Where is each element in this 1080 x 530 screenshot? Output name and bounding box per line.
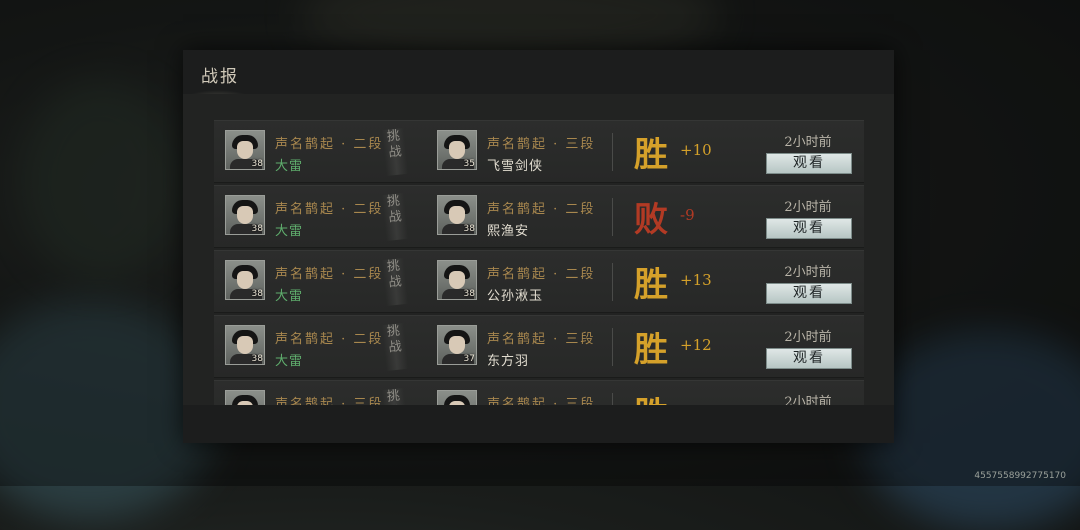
challenge-label: 挑战 [386,128,403,161]
avatar-face [449,401,465,405]
attacker-name: 大雷 [275,224,304,239]
challenge-label: 挑战 [386,193,403,226]
battle-result: 胜 [634,387,668,405]
attacker-avatar[interactable]: 38 [225,260,265,300]
defender-rank: 声名鹊起 · 二段 [487,202,596,217]
attacker-name: 大雷 [275,159,304,174]
attacker-avatar[interactable]: 38 [225,130,265,170]
defender-level: 35 [463,159,475,169]
battle-time: 2小时前 [784,135,832,150]
challenge-label: 挑战 [386,258,403,291]
defender-rank: 声名鹊起 · 三段 [487,332,596,347]
avatar-face [237,206,253,224]
avatar-face [449,141,465,159]
battle-result: 败 [634,200,668,240]
attacker-avatar[interactable]: 38 [225,325,265,365]
battle-time: 2小时前 [784,200,832,215]
score-change: +12 [680,336,712,354]
panel-title: 战报 [201,67,239,87]
watch-replay-button[interactable]: 观看 [766,153,852,174]
battle-report-row: 38 声名鹊起 · 二段 大雷 挑战 35 声名鹊起 · 三段 飞雪剑侠 胜 +… [214,120,864,183]
battle-report-list[interactable]: 38 声名鹊起 · 二段 大雷 挑战 35 声名鹊起 · 三段 飞雪剑侠 胜 +… [183,94,894,405]
attacker-rank: 声名鹊起 · 二段 [275,202,384,217]
defender-rank: 声名鹊起 · 二段 [487,267,596,282]
attacker-avatar[interactable] [225,390,265,405]
challenge-stamp: 挑战 [381,257,409,307]
defender-name: 公孙湫玉 [487,289,544,304]
score-change: -9 [680,206,695,224]
defender-name: 飞雪剑侠 [487,159,544,174]
attacker-level: 38 [251,224,263,234]
battle-result: 胜 [634,135,668,175]
challenge-stamp: 挑战 [381,387,409,405]
battle-report-row: 声名鹊起 · 三段 挑战 声名鹊起 · 三段 胜 2小时前 [214,380,864,405]
attacker-name: 大雷 [275,289,304,304]
score-change: +13 [680,271,712,289]
defender-level: 37 [463,354,475,364]
battle-time: 2小时前 [784,265,832,280]
battle-time: 2小时前 [784,330,832,345]
attacker-level: 38 [251,289,263,299]
avatar-face [237,271,253,289]
avatar-face [449,206,465,224]
attacker-name: 大雷 [275,354,304,369]
defender-avatar[interactable]: 35 [437,130,477,170]
challenge-stamp: 挑战 [381,322,409,372]
watch-replay-button[interactable]: 观看 [766,218,852,239]
defender-rank: 声名鹊起 · 三段 [487,137,596,152]
attacker-rank: 声名鹊起 · 二段 [275,332,384,347]
row-divider [612,133,613,171]
avatar-face [237,336,253,354]
score-change: +10 [680,141,712,159]
attacker-rank: 声名鹊起 · 二段 [275,137,384,152]
attacker-rank: 声名鹊起 · 三段 [275,397,384,405]
challenge-stamp: 挑战 [381,192,409,242]
challenge-label: 挑战 [386,388,402,405]
avatar-face [449,271,465,289]
battle-time: 2小时前 [784,395,832,405]
avatar-face [237,141,253,159]
attacker-avatar[interactable]: 38 [225,195,265,235]
defender-avatar[interactable]: 38 [437,195,477,235]
defender-name: 东方羽 [487,354,530,369]
row-divider [612,263,613,301]
battle-report-panel: 战报 38 声名鹊起 · 二段 大雷 挑战 35 声名鹊起 · 三段 飞雪剑侠 … [183,50,894,443]
watch-replay-button[interactable]: 观看 [766,348,852,369]
defender-name: 熙渔安 [487,224,530,239]
defender-avatar[interactable] [437,390,477,405]
defender-avatar[interactable]: 37 [437,325,477,365]
challenge-stamp: 挑战 [381,127,409,177]
attacker-level: 38 [251,159,263,169]
challenge-label: 挑战 [386,323,403,356]
battle-report-row: 38 声名鹊起 · 二段 大雷 挑战 38 声名鹊起 · 二段 公孙湫玉 胜 +… [214,250,864,313]
watch-replay-button[interactable]: 观看 [766,283,852,304]
attacker-level: 38 [251,354,263,364]
row-divider [612,393,613,405]
avatar-face [237,401,253,405]
row-divider [612,328,613,366]
battle-report-row: 38 声名鹊起 · 二段 大雷 挑战 38 声名鹊起 · 二段 熙渔安 败 -9… [214,185,864,248]
defender-rank: 声名鹊起 · 三段 [487,397,596,405]
attacker-rank: 声名鹊起 · 二段 [275,267,384,282]
row-divider [612,198,613,236]
defender-avatar[interactable]: 38 [437,260,477,300]
battle-result: 胜 [634,265,668,305]
watermark-id: 4557558992775170 [974,471,1066,481]
battle-report-row: 38 声名鹊起 · 二段 大雷 挑战 37 声名鹊起 · 三段 东方羽 胜 +1… [214,315,864,378]
defender-level: 38 [463,289,475,299]
avatar-face [449,336,465,354]
battle-result: 胜 [634,330,668,370]
defender-level: 38 [463,224,475,234]
